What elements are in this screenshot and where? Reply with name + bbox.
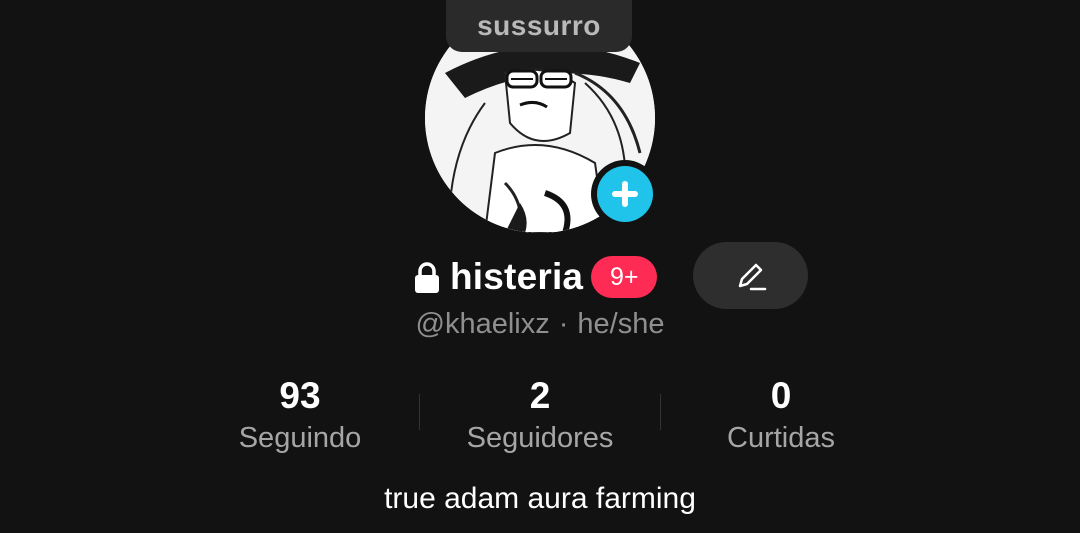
stat-value: 2: [529, 375, 551, 416]
lock-icon: [415, 262, 439, 293]
add-story-button[interactable]: [591, 160, 659, 228]
stat-label: Seguidores: [466, 422, 614, 454]
pronouns: he/she: [577, 308, 665, 340]
stat-value: 0: [770, 375, 792, 416]
stat-label: Curtidas: [727, 422, 835, 454]
note-bubble[interactable]: sussurro: [446, 0, 632, 52]
profile-bio: true adam aura farming: [384, 482, 696, 515]
edit-profile-button[interactable]: [693, 242, 808, 309]
notification-badge[interactable]: 9+: [591, 256, 658, 298]
username[interactable]: @khaelixz: [416, 308, 550, 340]
stat-likes[interactable]: 0 Curtidas: [661, 374, 901, 458]
stat-value: 93: [279, 375, 321, 416]
profile-name-row: histeria 9+: [414, 246, 658, 308]
add-badge-circle: [597, 166, 653, 222]
pencil-icon: [738, 263, 766, 290]
stat-followers[interactable]: 2 Seguidores: [420, 374, 660, 458]
display-name: histeria: [450, 256, 584, 297]
handle-row: @khaelixz · he/she: [0, 308, 1080, 341]
plus-icon: [612, 181, 638, 207]
note-text: sussurro: [477, 10, 601, 41]
stat-following[interactable]: 93 Seguindo: [180, 374, 420, 458]
handle-separator: ·: [558, 308, 569, 340]
stat-label: Seguindo: [238, 422, 362, 454]
